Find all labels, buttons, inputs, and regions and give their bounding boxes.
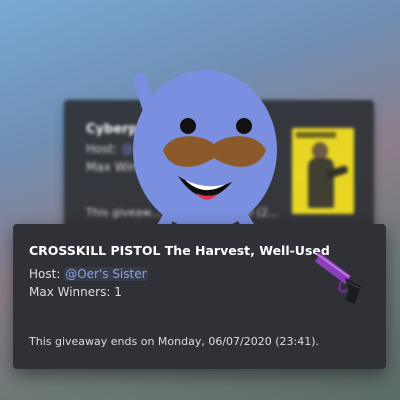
character-body-icon xyxy=(308,158,334,208)
giveaway-embed: CROSSKILL PISTOL The Harvest, Well-Used … xyxy=(13,224,386,369)
host-label: Host: xyxy=(29,267,65,281)
host-mention[interactable]: @Oer's Sister xyxy=(64,267,148,281)
background-giveaway-embed: Cyberpu Host: @ Max Win This giveaw... e… xyxy=(64,100,374,240)
screenshot-scene: Cyberpu Host: @ Max Win This giveaw... e… xyxy=(0,0,400,400)
cyberpunk-logo-icon xyxy=(296,132,336,138)
giveaway-title: CROSSKILL PISTOL The Harvest, Well-Used xyxy=(29,243,330,258)
background-embed-host: Host: @ xyxy=(86,142,133,156)
background-host-label: Host: xyxy=(86,142,122,156)
pistol-icon[interactable] xyxy=(311,246,367,308)
background-host-mention[interactable]: @ xyxy=(121,142,133,156)
background-embed-max-winners: Max Win xyxy=(86,160,138,174)
background-embed-thumbnail[interactable] xyxy=(292,128,354,214)
giveaway-end-time: This giveaway ends on Monday, 06/07/2020… xyxy=(29,335,320,348)
background-embed-ends: This giveaw... ends on ... 2020 (2... xyxy=(86,206,279,219)
giveaway-host-line: Host: @Oer's Sister xyxy=(29,267,148,281)
max-winners: Max Winners: 1 xyxy=(29,285,122,299)
background-embed-title: Cyberpu xyxy=(86,122,148,137)
